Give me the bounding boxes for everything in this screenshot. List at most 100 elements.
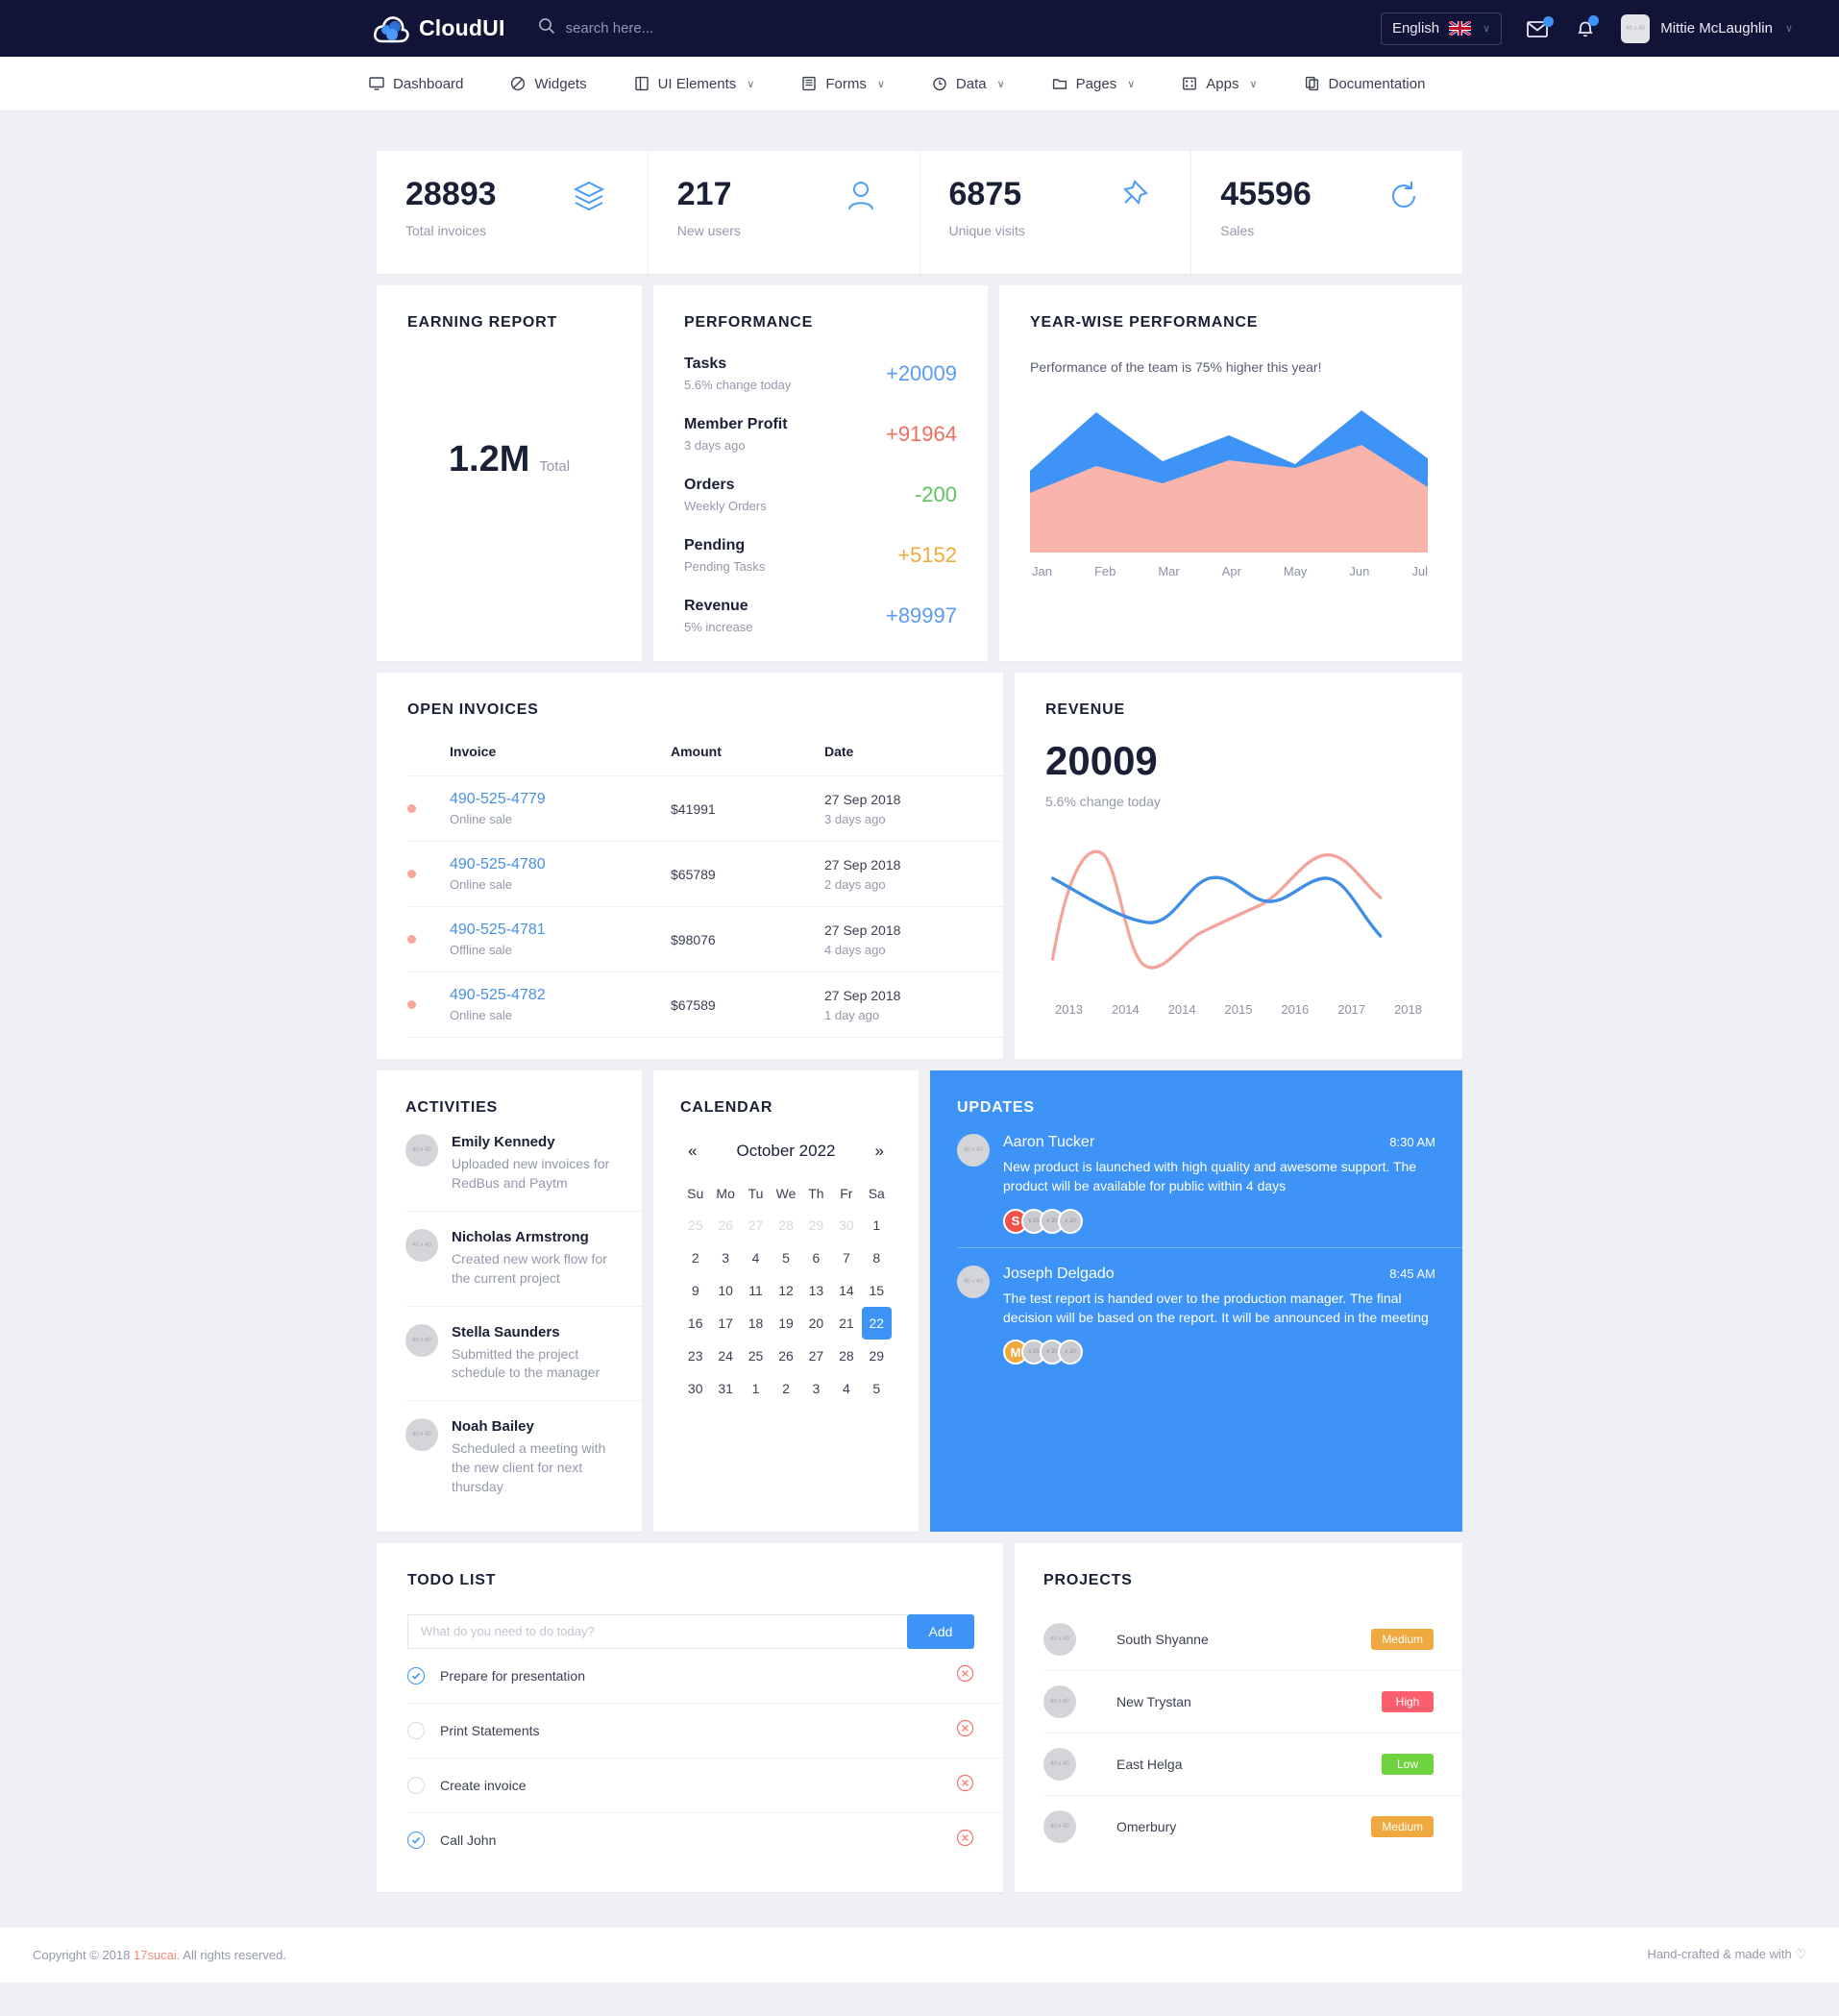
- language-selector[interactable]: English ∨: [1380, 12, 1503, 45]
- calendar-day[interactable]: 4: [741, 1242, 771, 1274]
- calendar-day[interactable]: 24: [710, 1340, 740, 1372]
- calendar-day[interactable]: 21: [831, 1307, 861, 1340]
- brand-logo-block[interactable]: CloudUI: [373, 12, 505, 45]
- calendar-next-button[interactable]: »: [868, 1142, 892, 1161]
- add-todo-button[interactable]: Add: [907, 1613, 974, 1649]
- nav-item-documentation[interactable]: Documentation: [1305, 76, 1425, 92]
- nav-item-pages[interactable]: Pages ∨: [1052, 76, 1135, 92]
- bell-icon[interactable]: [1576, 14, 1600, 39]
- calendar-prev-button[interactable]: «: [680, 1142, 704, 1161]
- list-item[interactable]: 40 x 40 East Helga Low: [1043, 1733, 1462, 1796]
- nav-item-data[interactable]: Data ∨: [932, 76, 1005, 92]
- calendar-day[interactable]: 1: [741, 1372, 771, 1405]
- circle-icon[interactable]: [407, 1721, 425, 1739]
- calendar-day-selected[interactable]: 22: [861, 1307, 892, 1340]
- list-item[interactable]: 40 x 40 Joseph Delgado 8:45 AM The test …: [957, 1248, 1462, 1379]
- invoice-number[interactable]: 490-525-4782: [450, 987, 671, 1004]
- nav-item-apps[interactable]: Apps ∨: [1182, 76, 1258, 92]
- invoice-number[interactable]: 490-525-4779: [450, 791, 671, 808]
- calendar-day[interactable]: 5: [862, 1372, 892, 1405]
- invoice-number[interactable]: 490-525-4780: [450, 856, 671, 873]
- stat-card-sales[interactable]: 45596 Sales: [1191, 151, 1462, 274]
- calendar-day[interactable]: 5: [771, 1242, 800, 1274]
- stat-card-total-invoices[interactable]: 28893 Total invoices: [377, 151, 649, 274]
- nav-item-widgets[interactable]: Widgets: [510, 76, 587, 92]
- calendar-day[interactable]: 26: [771, 1340, 800, 1372]
- calendar-day[interactable]: 3: [801, 1372, 831, 1405]
- calendar-day[interactable]: 15: [862, 1274, 892, 1307]
- invoice-cell[interactable]: 490-525-4779 Online sale: [450, 775, 671, 842]
- list-item[interactable]: 40 x 40 New Trystan High: [1043, 1671, 1462, 1733]
- todo-item[interactable]: Print Statements: [407, 1704, 1003, 1758]
- calendar-day[interactable]: 27: [801, 1340, 831, 1372]
- calendar-day[interactable]: 23: [680, 1340, 710, 1372]
- nav-item-ui-elements[interactable]: UI Elements ∨: [634, 76, 754, 92]
- list-item[interactable]: 40 x 40 Omerbury Medium: [1043, 1796, 1462, 1857]
- calendar-day[interactable]: 26: [710, 1209, 740, 1242]
- calendar-day[interactable]: 30: [831, 1209, 861, 1242]
- calendar-day[interactable]: 8: [862, 1242, 892, 1274]
- calendar-day[interactable]: 27: [741, 1209, 771, 1242]
- delete-todo-icon[interactable]: [956, 1829, 974, 1852]
- delete-todo-icon[interactable]: [956, 1664, 974, 1687]
- search-box[interactable]: [538, 17, 873, 39]
- list-item[interactable]: 40 x 40 Noah Bailey Scheduled a meeting …: [405, 1401, 642, 1514]
- calendar-day[interactable]: 3: [710, 1242, 740, 1274]
- calendar-day[interactable]: 28: [771, 1209, 800, 1242]
- nav-item-forms[interactable]: Forms ∨: [801, 76, 885, 92]
- calendar-day[interactable]: 1: [862, 1209, 892, 1242]
- stat-card-unique-visits[interactable]: 6875 Unique visits: [920, 151, 1192, 274]
- calendar-day[interactable]: 4: [831, 1372, 861, 1405]
- todo-item[interactable]: Create invoice: [407, 1758, 1003, 1813]
- table-row[interactable]: 490-525-4781 Offline sale $98076 27 Sep …: [407, 906, 1003, 972]
- calendar-day[interactable]: 2: [771, 1372, 800, 1405]
- calendar-day[interactable]: 29: [862, 1340, 892, 1372]
- calendar-day[interactable]: 13: [801, 1274, 831, 1307]
- calendar-day[interactable]: 2: [680, 1242, 710, 1274]
- search-input[interactable]: [565, 20, 873, 37]
- delete-todo-icon[interactable]: [956, 1774, 974, 1797]
- invoice-cell[interactable]: 490-525-4782 Online sale: [450, 971, 671, 1038]
- stat-card-new-users[interactable]: 217 New users: [649, 151, 920, 274]
- list-item[interactable]: 40 x 40 Emily Kennedy Uploaded new invoi…: [405, 1117, 642, 1212]
- invoice-cell[interactable]: 490-525-4781 Offline sale: [450, 906, 671, 972]
- calendar-day[interactable]: 14: [831, 1274, 861, 1307]
- calendar-day[interactable]: 19: [771, 1307, 800, 1340]
- todo-item[interactable]: Prepare for presentation: [407, 1649, 1003, 1704]
- calendar-day[interactable]: 18: [741, 1307, 771, 1340]
- list-item[interactable]: 40 x 40 Aaron Tucker 8:30 AM New product…: [957, 1117, 1462, 1248]
- envelope-icon[interactable]: [1527, 15, 1555, 38]
- todo-input[interactable]: [407, 1613, 907, 1649]
- calendar-day[interactable]: 30: [680, 1372, 710, 1405]
- nav-item-dashboard[interactable]: Dashboard: [369, 76, 463, 92]
- calendar-day[interactable]: 6: [801, 1242, 831, 1274]
- check-circle-icon[interactable]: [407, 1666, 425, 1684]
- calendar-day[interactable]: 20: [801, 1307, 831, 1340]
- footer-link[interactable]: 17sucai: [134, 1948, 177, 1962]
- calendar-day[interactable]: 25: [741, 1340, 771, 1372]
- list-item[interactable]: 40 x 40 Nicholas Armstrong Created new w…: [405, 1212, 642, 1307]
- calendar-day[interactable]: 31: [710, 1372, 740, 1405]
- check-circle-icon[interactable]: [407, 1831, 425, 1849]
- calendar-day[interactable]: 12: [771, 1274, 800, 1307]
- calendar-day[interactable]: 25: [680, 1209, 710, 1242]
- table-row[interactable]: 490-525-4779 Online sale $41991 27 Sep 2…: [407, 775, 1003, 842]
- calendar-day[interactable]: 28: [831, 1340, 861, 1372]
- table-row[interactable]: 490-525-4782 Online sale $67589 27 Sep 2…: [407, 971, 1003, 1038]
- invoice-cell[interactable]: 490-525-4780 Online sale: [450, 841, 671, 907]
- todo-item[interactable]: Call John: [407, 1813, 1003, 1867]
- invoice-number[interactable]: 490-525-4781: [450, 922, 671, 939]
- list-item[interactable]: 40 x 40 Stella Saunders Submitted the pr…: [405, 1307, 642, 1402]
- calendar-day[interactable]: 16: [680, 1307, 710, 1340]
- calendar-day[interactable]: 7: [831, 1242, 861, 1274]
- circle-icon[interactable]: [407, 1776, 425, 1794]
- user-menu[interactable]: 40 x 40 Mittie McLaughlin ∨: [1621, 13, 1793, 43]
- calendar-day[interactable]: 10: [710, 1274, 740, 1307]
- calendar-day[interactable]: 11: [741, 1274, 771, 1307]
- list-item[interactable]: 40 x 40 South Shyanne Medium: [1043, 1609, 1462, 1671]
- calendar-day[interactable]: 29: [801, 1209, 831, 1242]
- calendar-day[interactable]: 17: [710, 1307, 740, 1340]
- calendar-day[interactable]: 9: [680, 1274, 710, 1307]
- delete-todo-icon[interactable]: [956, 1719, 974, 1742]
- table-row[interactable]: 490-525-4780 Online sale $65789 27 Sep 2…: [407, 841, 1003, 907]
